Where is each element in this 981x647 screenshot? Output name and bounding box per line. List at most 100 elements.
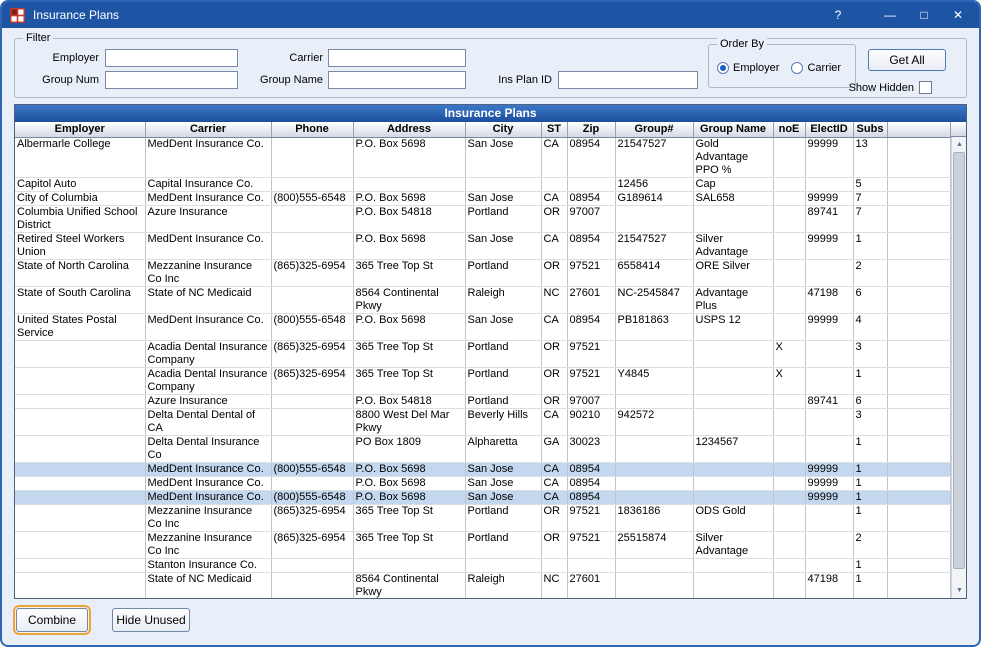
grid-cell[interactable] (615, 558, 693, 572)
grid-cell[interactable]: NC (541, 286, 567, 313)
grid-cell[interactable]: CA (541, 408, 567, 435)
grid-cell[interactable]: P.O. Box 5698 (353, 476, 465, 490)
grid-cell[interactable] (887, 394, 951, 408)
grid-cell[interactable]: 08954 (567, 191, 615, 205)
grid-cell[interactable]: X (773, 367, 805, 394)
grid-cell[interactable] (805, 177, 853, 191)
grid-row[interactable]: Acadia Dental Insurance Company(865)325-… (15, 367, 951, 394)
grid-cell[interactable]: 97521 (567, 504, 615, 531)
grid-cell[interactable]: Mezzanine Insurance Co Inc (145, 259, 271, 286)
grid-cell[interactable]: MedDent Insurance Co. (145, 462, 271, 476)
grid-cell[interactable]: 1 (853, 367, 887, 394)
grid-cell[interactable]: Albermarle College (15, 137, 145, 177)
grid-cell[interactable] (271, 205, 353, 232)
grid-cell[interactable]: 12456 (615, 177, 693, 191)
grid-cell[interactable] (615, 572, 693, 598)
grid-cell[interactable] (773, 435, 805, 462)
grid-cell[interactable]: State of South Carolina (15, 286, 145, 313)
grid-cell[interactable]: 1836186 (615, 504, 693, 531)
grid-cell[interactable]: CA (541, 137, 567, 177)
grid-cell[interactable] (541, 177, 567, 191)
grid-cell[interactable]: 2 (853, 259, 887, 286)
grid-cell[interactable]: 08954 (567, 462, 615, 476)
grid-cell[interactable]: 4 (853, 313, 887, 340)
grid-cell[interactable]: Cap (693, 177, 773, 191)
grid-cell[interactable] (887, 367, 951, 394)
title-bar[interactable]: Insurance Plans ? — □ ✕ (2, 2, 979, 28)
grid-cell[interactable]: Delta Dental Insurance Co (145, 435, 271, 462)
grid-row[interactable]: Albermarle CollegeMedDent Insurance Co.P… (15, 137, 951, 177)
grid-cell[interactable]: San Jose (465, 191, 541, 205)
grid-cell[interactable] (271, 286, 353, 313)
grid-cell[interactable]: (865)325-6954 (271, 259, 353, 286)
grid-cell[interactable]: OR (541, 340, 567, 367)
grid-cell[interactable] (693, 340, 773, 367)
grid-cell[interactable]: MedDent Insurance Co. (145, 191, 271, 205)
grid-cell[interactable]: (800)555-6548 (271, 313, 353, 340)
grid-cell[interactable] (773, 191, 805, 205)
grid-cell[interactable]: City of Columbia (15, 191, 145, 205)
grid-cell[interactable]: 2 (853, 531, 887, 558)
grid-cell[interactable] (615, 462, 693, 476)
grid-row[interactable]: State of NC Medicaid8564 Continental Pkw… (15, 572, 951, 598)
grid-cell[interactable] (805, 340, 853, 367)
grid-cell[interactable] (693, 367, 773, 394)
grid-cell[interactable]: Portland (465, 367, 541, 394)
grid-cell[interactable]: 5 (853, 177, 887, 191)
grid-cell[interactable] (15, 394, 145, 408)
grid-cell[interactable] (887, 435, 951, 462)
grid-cell[interactable] (805, 558, 853, 572)
grid-cell[interactable] (693, 476, 773, 490)
grid-cell[interactable] (805, 531, 853, 558)
grid-cell[interactable]: Portland (465, 340, 541, 367)
grid-cell[interactable]: Beverly Hills (465, 408, 541, 435)
grid-cell[interactable]: Gold Advantage PPO % (693, 137, 773, 177)
grid-cell[interactable]: 47198 (805, 572, 853, 598)
grid-cell[interactable]: 365 Tree Top St (353, 259, 465, 286)
column-header-zip[interactable]: Zip (567, 122, 615, 137)
grid-row[interactable]: Mezzanine Insurance Co Inc(865)325-69543… (15, 504, 951, 531)
grid-cell[interactable]: Alpharetta (465, 435, 541, 462)
grid-cell[interactable]: 6558414 (615, 259, 693, 286)
grid-cell[interactable] (773, 313, 805, 340)
grid-cell[interactable] (805, 504, 853, 531)
column-header-carrier[interactable]: Carrier (145, 122, 271, 137)
grid-cell[interactable]: (865)325-6954 (271, 504, 353, 531)
grid-cell[interactable] (15, 340, 145, 367)
grid-cell[interactable]: Silver Advantage (693, 232, 773, 259)
grid-cell[interactable]: 8564 Continental Pkwy (353, 286, 465, 313)
grid-cell[interactable]: OR (541, 504, 567, 531)
grid-cell[interactable]: Retired Steel Workers Union (15, 232, 145, 259)
grid-cell[interactable] (887, 572, 951, 598)
grid-row[interactable]: MedDent Insurance Co.P.O. Box 5698San Jo… (15, 476, 951, 490)
grid-cell[interactable] (887, 177, 951, 191)
grid-cell[interactable] (887, 490, 951, 504)
grid-cell[interactable]: 1234567 (693, 435, 773, 462)
grid-row[interactable]: United States Postal ServiceMedDent Insu… (15, 313, 951, 340)
grid-cell[interactable]: CA (541, 313, 567, 340)
grid-cell[interactable] (465, 177, 541, 191)
grid-cell[interactable]: Raleigh (465, 572, 541, 598)
column-header-group-[interactable]: Group# (615, 122, 693, 137)
scroll-thumb[interactable] (953, 152, 965, 569)
grid-cell[interactable]: 08954 (567, 490, 615, 504)
grid-row[interactable]: Stanton Insurance Co.1 (15, 558, 951, 572)
grid-cell[interactable]: 1 (853, 435, 887, 462)
grid-cell[interactable]: NC (541, 572, 567, 598)
grid-cell[interactable]: NC-2545847 (615, 286, 693, 313)
grid-row[interactable]: MedDent Insurance Co.(800)555-6548P.O. B… (15, 490, 951, 504)
grid-cell[interactable]: 1 (853, 462, 887, 476)
grid-cell[interactable]: OR (541, 205, 567, 232)
grid-cell[interactable] (887, 558, 951, 572)
grid-cell[interactable]: (865)325-6954 (271, 531, 353, 558)
combine-button[interactable]: Combine (16, 608, 88, 632)
grid-cell[interactable]: San Jose (465, 232, 541, 259)
grid-cell[interactable] (693, 572, 773, 598)
grid-cell[interactable] (773, 572, 805, 598)
grid-cell[interactable]: MedDent Insurance Co. (145, 232, 271, 259)
grid-cell[interactable]: 7 (853, 205, 887, 232)
column-header-phone[interactable]: Phone (271, 122, 353, 137)
grid-cell[interactable]: 1 (853, 572, 887, 598)
grid-cell[interactable]: 365 Tree Top St (353, 367, 465, 394)
grid-cell[interactable] (887, 408, 951, 435)
